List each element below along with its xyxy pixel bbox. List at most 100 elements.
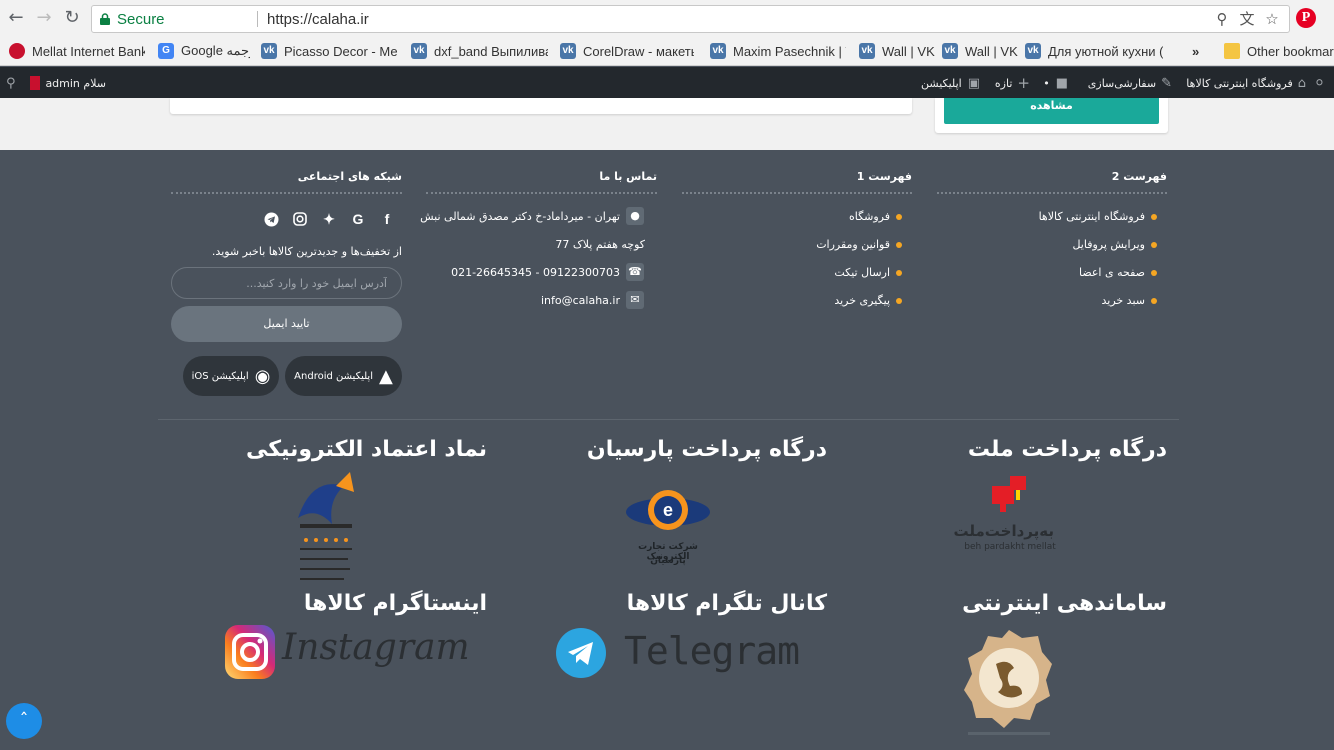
mellat-logo-fa: به‌پرداخت‌ملت — [953, 522, 1054, 540]
newsletter-email-input[interactable] — [171, 267, 402, 299]
pinterest-icon[interactable]: P — [1296, 8, 1316, 28]
view-button[interactable]: مشاهده — [944, 98, 1159, 124]
forward-icon[interactable]: → — [34, 8, 54, 28]
adminbar-new[interactable]: + تازه — [990, 74, 1030, 92]
social-title: شبکه های اجتماعی — [297, 170, 402, 183]
adminbar-customize[interactable]: ✎ سفارشی‌سازی — [1078, 75, 1172, 91]
adminbar-account[interactable]: سلام admin — [30, 75, 106, 91]
instagram-wordmark: Instagram — [282, 627, 470, 668]
instagram-logo[interactable]: Instagram — [224, 623, 470, 683]
menu2-link[interactable]: صفحه ی اعضا — [990, 266, 1157, 279]
other-bookmarks[interactable]: Other bookmarks — [1224, 42, 1334, 60]
samandehi-emblem-icon — [964, 630, 1052, 735]
menu1-link[interactable]: ارسال تیکت — [740, 266, 902, 279]
bookmark-item[interactable]: vkPicasso Decor - Мебе — [261, 42, 398, 60]
bookmark-item[interactable]: Mellat Internet Banki — [9, 42, 145, 60]
menu1-link[interactable]: پیگیری خرید — [740, 294, 902, 307]
bookmark-item[interactable]: vk Wall | VK — [942, 42, 1018, 60]
bullet-icon — [1151, 270, 1157, 276]
enamad-emblem-icon — [298, 472, 354, 580]
address-bar[interactable]: Secure https://calaha.ir ⚲ 文 ☆ — [91, 5, 1290, 33]
android-app-button[interactable]: ▲ اپلیکیشن Android — [285, 356, 402, 396]
wp-logo-icon[interactable]: ⚪ — [1314, 75, 1325, 91]
vk-icon: vk — [942, 43, 958, 59]
vk-icon: vk — [411, 43, 427, 59]
bookmark-item[interactable]: vk dxf_band Выпиливан — [411, 42, 548, 60]
contact-address-line1: تهران - میرداماد-خ دکتر مصدق شمالی نبش — [420, 210, 620, 223]
mellat-gateway-title: درگاه پرداخت ملت — [967, 437, 1167, 462]
app-icon: ▣ — [967, 75, 980, 91]
wp-admin-bar: ⚪ ⌂ فروشگاه اینترنتی کالاها ✎ سفارشی‌سازی … — [0, 67, 1334, 98]
facebook-icon[interactable]: f — [377, 210, 397, 228]
parsian-logo[interactable]: e شرکت تجارت الکترونیک پارسیان — [620, 482, 716, 572]
chevron-up-icon: ˆ — [19, 710, 29, 731]
footer-divider — [158, 419, 1179, 420]
content-card — [170, 98, 912, 114]
browser-toolbar: ← → ↻ Secure https://calaha.ir ⚲ 文 ☆ P — [0, 0, 1334, 37]
bullet-icon — [1151, 214, 1157, 220]
location-icon: ● — [626, 207, 644, 225]
scroll-top-button[interactable]: ˆ — [6, 703, 42, 739]
zoom-icon[interactable]: ⚲ — [1213, 10, 1231, 28]
search-icon[interactable]: ⚲ — [6, 75, 16, 91]
google-plus-icon[interactable]: G — [348, 210, 368, 228]
contact-divider — [426, 192, 657, 194]
mellat-logo[interactable]: به‌پرداخت‌ملت beh pardakht mellat — [953, 472, 1058, 556]
reload-icon[interactable]: ↻ — [62, 8, 82, 28]
comments-icon[interactable]: ■ • — [1042, 75, 1068, 91]
parsian-emblem-icon: e — [626, 490, 710, 530]
plus-icon: + — [1017, 74, 1030, 92]
parsian-logo-line2: پارسیان — [650, 556, 686, 566]
instagram-icon[interactable] — [290, 210, 310, 228]
bullet-icon — [1151, 298, 1157, 304]
bookmark-item[interactable]: vk Wall | VK — [859, 42, 935, 60]
telegram-logo[interactable]: Telegram — [556, 623, 800, 683]
parsian-gateway-title: درگاه پرداخت پارسیان — [586, 437, 827, 462]
bookmark-item[interactable]: vk Для уютной кухни (n — [1025, 42, 1163, 60]
adminbar-app[interactable]: ▣ اپلیکیشن — [908, 75, 980, 91]
folder-icon — [1224, 43, 1240, 59]
twitter-icon[interactable]: ✦ — [319, 210, 339, 228]
back-icon[interactable]: ← — [6, 8, 26, 28]
url-text[interactable]: https://calaha.ir — [267, 11, 369, 28]
telegram-channel-title: کانال تلگرام کالاها — [626, 591, 827, 616]
contact-email[interactable]: info@calaha.ir — [426, 294, 620, 307]
telegram-wordmark: Telegram — [624, 629, 800, 673]
ios-app-button[interactable]: ◉ اپلیکیشن iOS — [183, 356, 279, 396]
secure-label: Secure — [117, 11, 165, 28]
bookmarks-overflow-button[interactable]: » — [1192, 42, 1206, 60]
avatar — [30, 76, 41, 90]
menu2-link[interactable]: سبد خرید — [990, 294, 1157, 307]
confirm-email-button[interactable]: تایید ایمیل — [171, 306, 402, 342]
bookmark-item[interactable]: GGoogle ترجمه — [158, 42, 250, 60]
mellat-logo-en: beh pardakht mellat — [964, 542, 1056, 552]
vk-icon: vk — [261, 43, 277, 59]
bullet-icon — [896, 242, 902, 248]
social-divider — [171, 192, 402, 194]
bookmark-item[interactable]: vkMaxim Pasechnik | VK — [710, 42, 846, 60]
bookmark-item[interactable]: vk CorelDraw - макеты, — [560, 42, 694, 60]
star-icon[interactable]: ☆ — [1263, 10, 1281, 28]
contact-phone[interactable]: 09122300703 - 021-26645345 — [426, 266, 620, 279]
telegram-icon[interactable] — [261, 210, 281, 228]
bookmarks-bar: Mellat Internet Banki GGoogle ترجمه vkPi… — [0, 37, 1334, 66]
enamad-logo[interactable] — [292, 466, 360, 590]
vk-icon: vk — [1025, 43, 1041, 59]
samandehi-logo[interactable] — [964, 628, 1054, 746]
bullet-icon — [896, 214, 902, 220]
google-translate-icon: G — [158, 43, 174, 59]
translate-icon[interactable]: 文 — [1238, 10, 1256, 28]
bullet-icon — [1151, 242, 1157, 248]
menu1-link[interactable]: فروشگاه — [740, 210, 902, 223]
menu2-link[interactable]: فروشگاه اینترنتی کالاها — [990, 210, 1157, 223]
menu1-link[interactable]: قوانین ومقررات — [740, 238, 902, 251]
menu2-link[interactable]: ویرایش پروفایل — [990, 238, 1157, 251]
android-icon: ▲ — [379, 365, 393, 387]
contact-address-line2: کوچه هفتم پلاک 77 — [555, 238, 645, 251]
vk-icon: vk — [710, 43, 726, 59]
adminbar-site-name[interactable]: ⌂ فروشگاه اینترنتی کالاها — [1180, 75, 1306, 91]
apple-icon: ◉ — [254, 365, 271, 387]
vk-icon: vk — [560, 43, 576, 59]
omnibox-separator — [257, 11, 258, 27]
menu2-divider — [937, 192, 1167, 194]
